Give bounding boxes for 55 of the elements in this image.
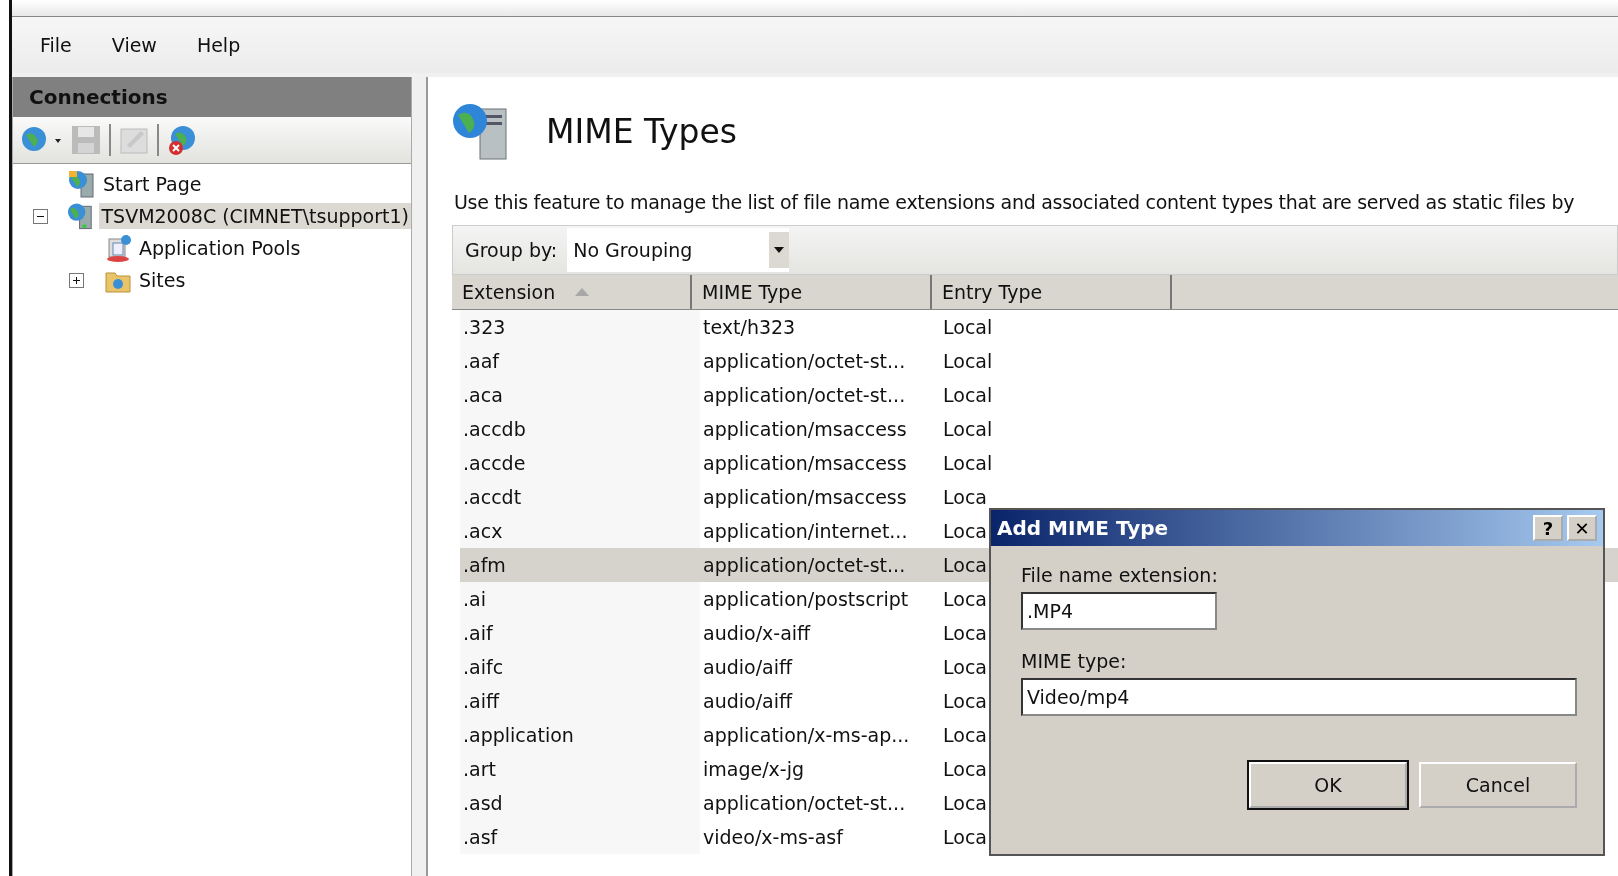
table-cell: .asf [460, 820, 700, 854]
table-cell-text: application/msaccess [702, 418, 908, 440]
table-cell-text: Loca [942, 486, 987, 508]
table-cell-text: application/x-ms-ap... [702, 724, 911, 746]
field-label: MIME type: [1021, 650, 1128, 672]
table-cell-text: Loca [942, 724, 987, 746]
description-text: Use this feature to manage the list of file name extensions and associated content types that are served as static files by [453, 190, 1576, 213]
table-cell: .aif [460, 616, 700, 650]
field-label: File name extension: [1021, 564, 1219, 586]
table-cell-text: application/octet-st... [702, 554, 907, 576]
table-cell-text: Local [942, 316, 993, 338]
table-cell-text: Loca [942, 622, 987, 644]
table-cell: .aaf [460, 344, 700, 378]
table-cell: .accde [460, 446, 700, 480]
table-cell-text: application/octet-st... [702, 792, 907, 814]
dialog-title: Add MIME Type [997, 516, 1170, 540]
table-cell-text: application/msaccess [702, 452, 908, 474]
table-cell-text: .afm [462, 553, 507, 578]
table-cell-text: Local [942, 418, 993, 440]
table-cell-text: Loca [942, 520, 987, 542]
table-cell-text: Loca [942, 690, 987, 712]
table-cell-text: Loca [942, 588, 987, 610]
table-cell: .art [460, 752, 700, 786]
table-cell-text: Loca [942, 656, 987, 678]
table-cell: .aca [460, 378, 700, 412]
table-cell-text: Loca [942, 826, 987, 848]
page-title: MIME Types [546, 111, 737, 151]
table-cell: .323 [460, 310, 700, 344]
table-cell-text: video/x-ms-asf [702, 826, 845, 848]
table-cell-text: Local [942, 384, 993, 406]
table-cell: .application [460, 718, 700, 752]
table-cell: .aifc [460, 650, 700, 684]
table-cell-text: Loca [942, 792, 987, 814]
table-cell-text: Loca [942, 554, 987, 576]
table-cell-text: Loca [942, 758, 987, 780]
table-cell: .acx [460, 514, 700, 548]
table-cell-text: audio/aiff [702, 656, 794, 678]
table-cell-text: application/octet-st... [702, 350, 907, 372]
table-cell-text: text/h323 [702, 316, 797, 338]
table-cell-text: image/x-jg [702, 758, 806, 780]
table-cell-text: application/octet-st... [702, 384, 907, 406]
table-cell: .ai [460, 582, 700, 616]
connections-header: Connections [13, 77, 411, 117]
table-cell-text: Local [942, 350, 993, 372]
table-cell-text: audio/x-aiff [702, 622, 812, 644]
table-cell: .accdt [460, 480, 700, 514]
table-cell-text: application/msaccess [702, 486, 908, 508]
table-cell-text: Local [942, 452, 993, 474]
table-cell-text: application/internet... [702, 520, 909, 542]
table-cell: .asd [460, 786, 700, 820]
group-by-label: Group by: [465, 239, 558, 261]
table-cell-text: audio/aiff [702, 690, 794, 712]
table-cell: .accdb [460, 412, 700, 446]
table-cell: .aiff [460, 684, 700, 718]
table-cell-text: application/postscript [702, 588, 910, 610]
